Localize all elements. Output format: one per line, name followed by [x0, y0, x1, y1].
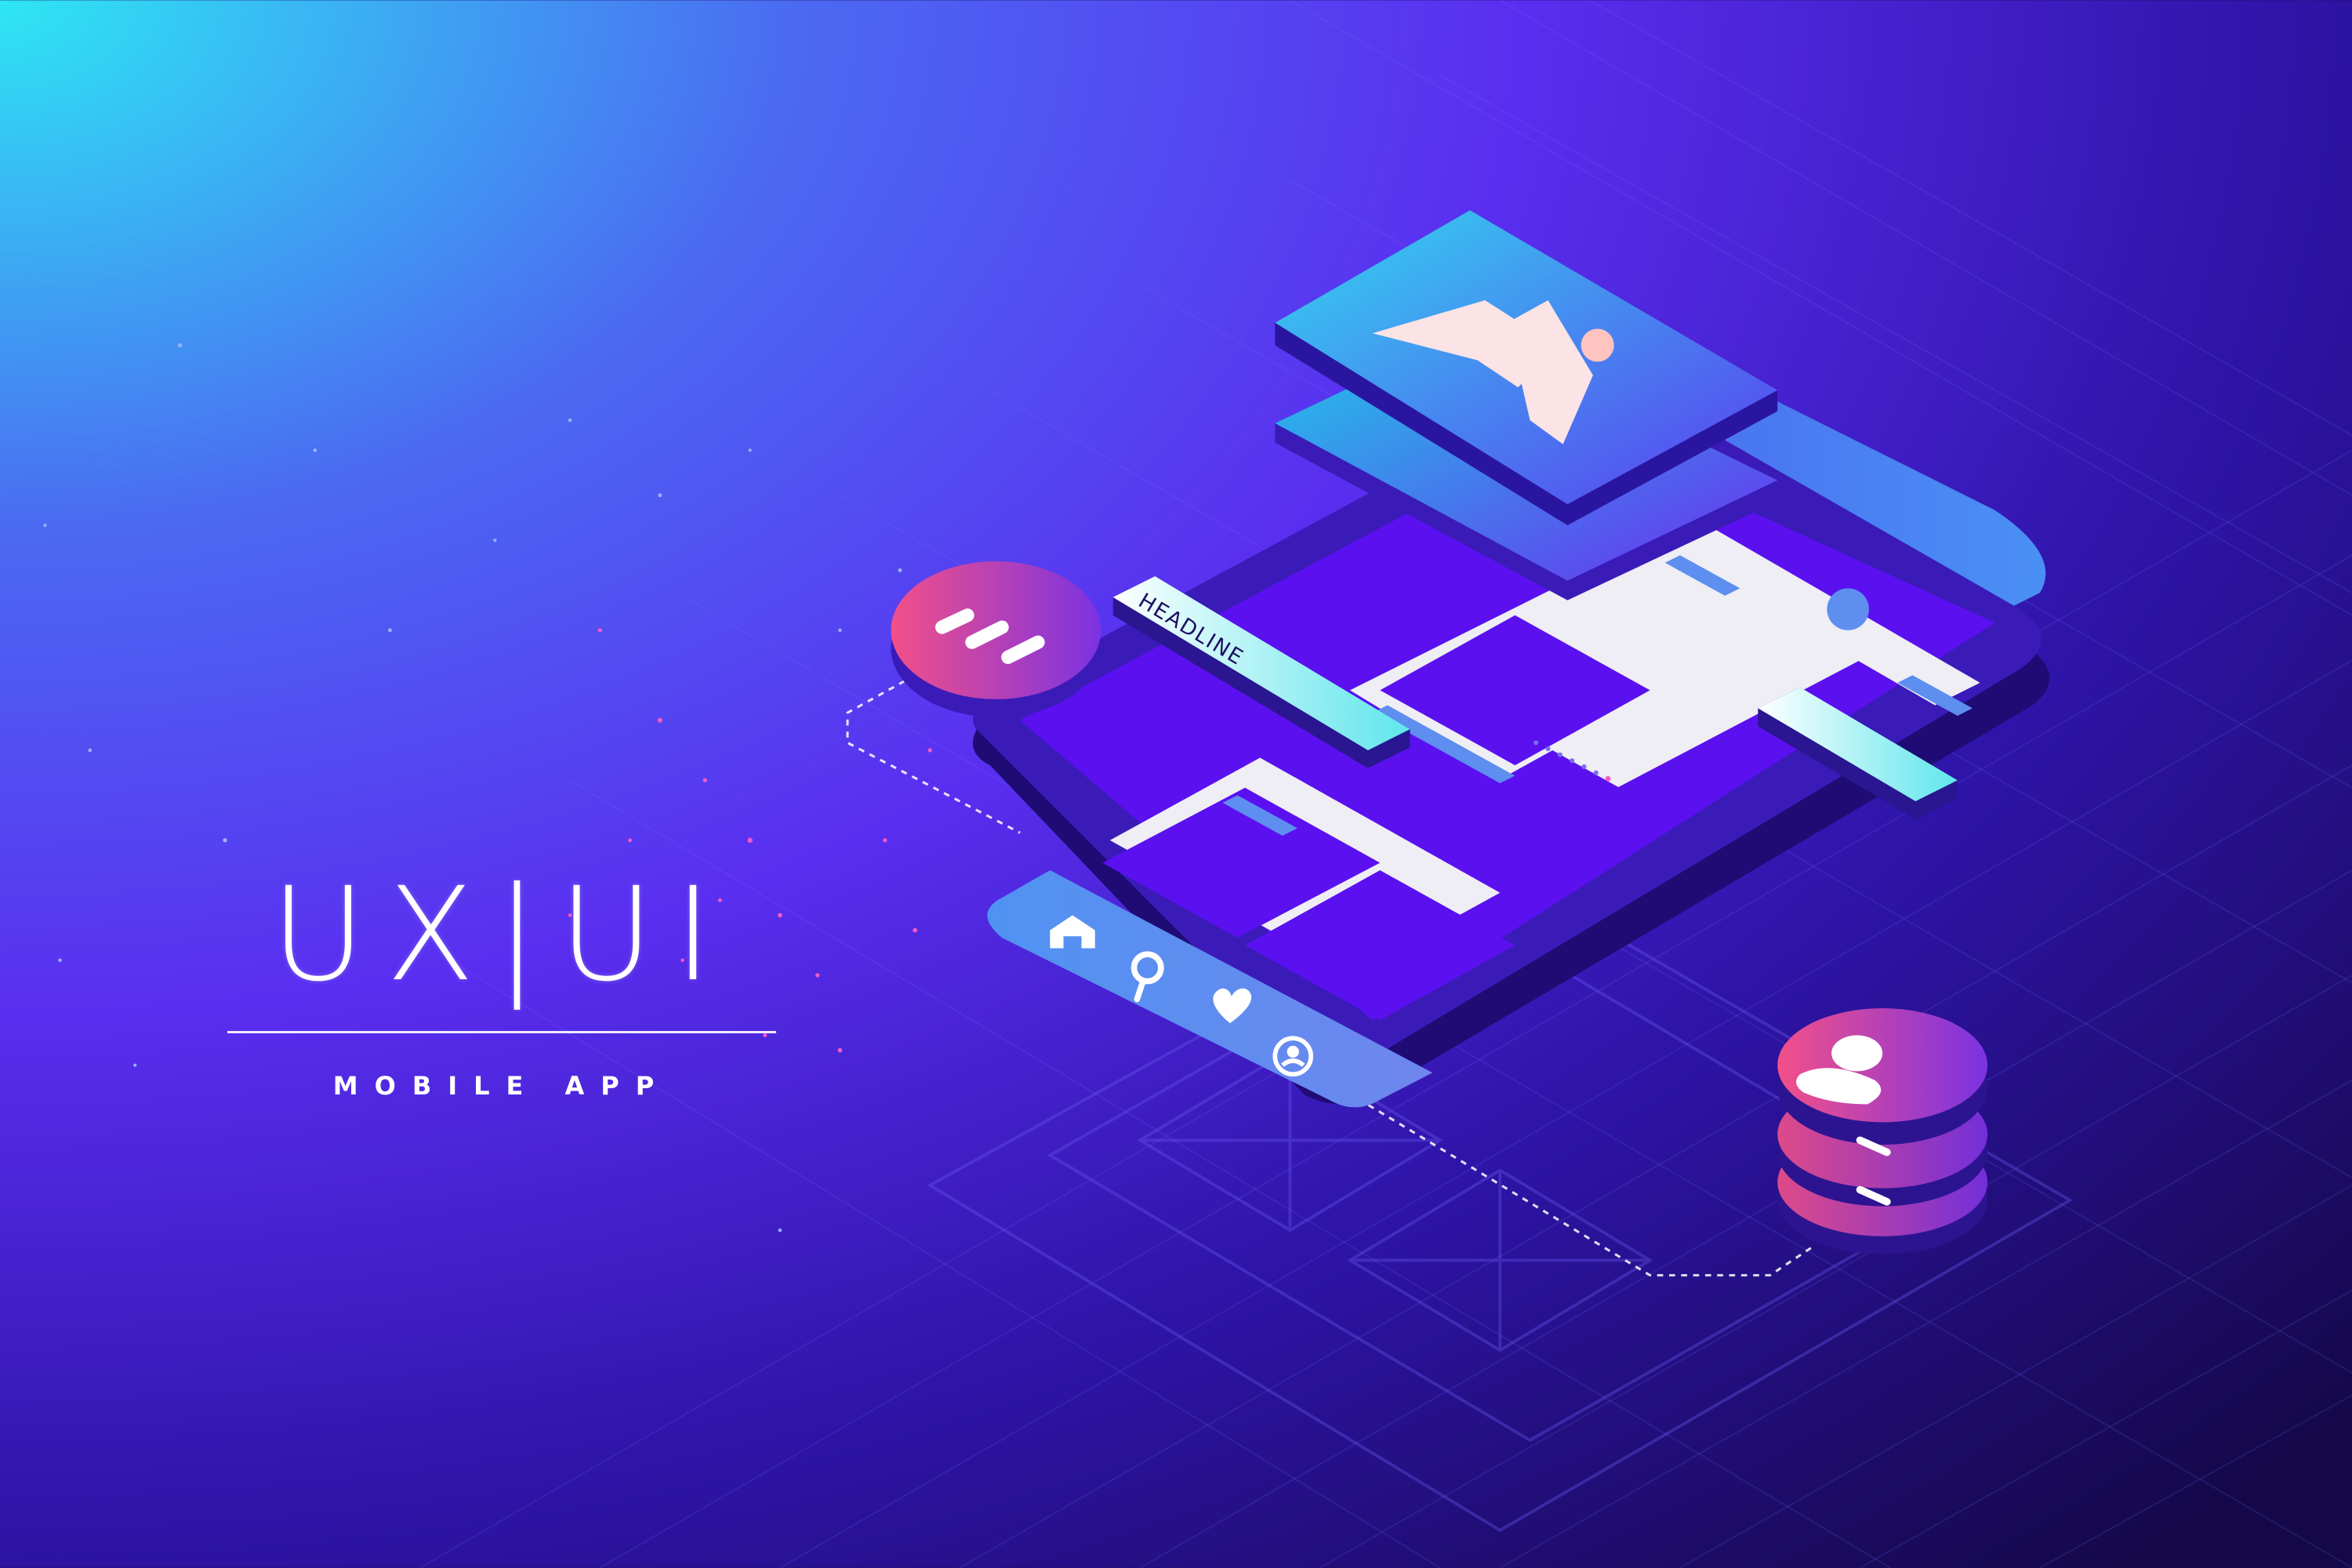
menu-badge[interactable]	[891, 561, 1102, 717]
title-block: UX|UI MOBILE APP	[227, 870, 776, 1101]
page-subtitle: MOBILE APP	[332, 1071, 671, 1101]
user-badge-stack[interactable]	[1777, 1008, 1988, 1254]
screen-avatar-dot	[1827, 588, 1869, 630]
title-divider	[227, 1031, 776, 1033]
isometric-phone-illustration: HEADLINE	[0, 0, 2352, 1568]
illustration-canvas: HEADLINE UX|UI MOBILE APP	[0, 0, 2352, 1568]
page-title: UX|UI	[270, 859, 733, 1010]
